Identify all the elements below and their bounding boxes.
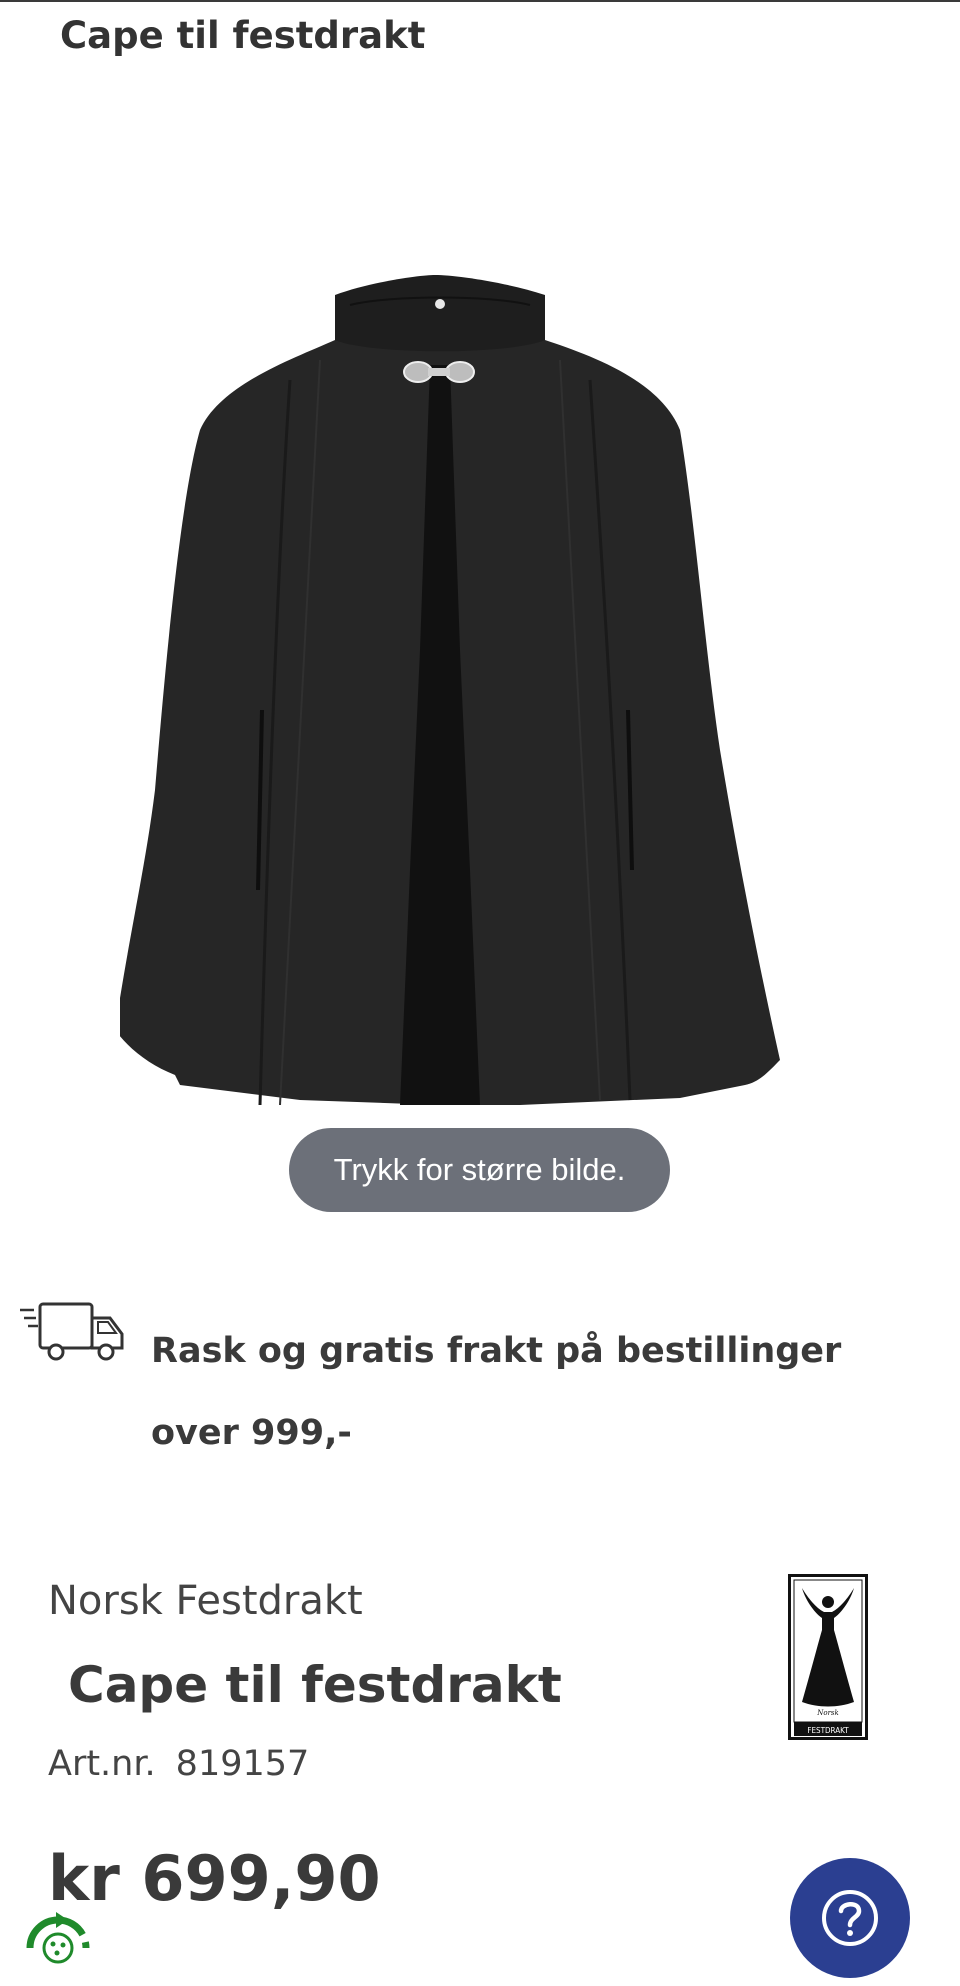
article-number: Art.nr. 819157: [48, 1744, 309, 1784]
help-button[interactable]: [790, 1858, 910, 1978]
breadcrumb-fragment: [58, 0, 108, 4]
brand-logo[interactable]: Norsk FESTDRAKT: [788, 1574, 868, 1740]
zoom-image-button[interactable]: Trykk for større bilde.: [289, 1128, 670, 1212]
delivery-truck-icon: [20, 1302, 124, 1361]
product-name: Cape til festdrakt: [68, 1656, 562, 1714]
product-image[interactable]: [120, 270, 840, 1150]
brand-logo-caption: FESTDRAKT: [807, 1726, 849, 1735]
brand-logo-script: Norsk: [816, 1709, 839, 1717]
article-number-label: Art.nr.: [48, 1744, 156, 1784]
shipping-message: Rask og gratis frakt på bestillinger ove…: [151, 1331, 842, 1453]
question-mark-icon: [822, 1890, 878, 1946]
top-divider: [0, 0, 960, 2]
product-price: kr 699,90: [48, 1842, 381, 1915]
page-title: Cape til festdrakt: [60, 14, 426, 57]
brand-name[interactable]: Norsk Festdrakt: [48, 1578, 363, 1624]
eco-badge-icon[interactable]: [20, 1910, 96, 1986]
article-number-value: 819157: [175, 1744, 310, 1784]
